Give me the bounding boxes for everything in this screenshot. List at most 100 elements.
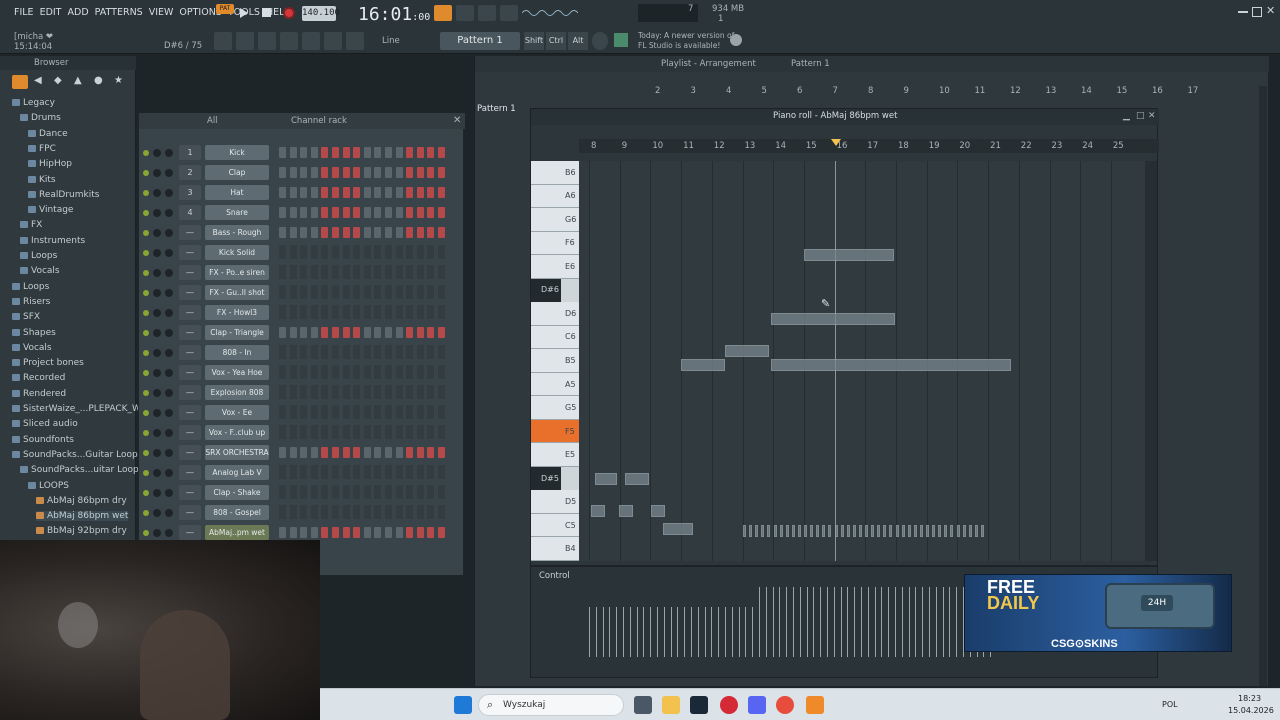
midi-note[interactable]	[907, 525, 911, 537]
browser-item[interactable]: Vintage	[28, 205, 73, 215]
step-button[interactable]	[342, 345, 350, 359]
step-button[interactable]	[342, 227, 350, 238]
channel-pan-knob[interactable]	[153, 349, 161, 357]
midi-note[interactable]	[840, 525, 844, 537]
velocity-bar[interactable]	[704, 607, 706, 657]
step-button[interactable]	[438, 405, 445, 419]
channel-volume-knob[interactable]	[165, 249, 173, 257]
step-button[interactable]	[310, 505, 318, 519]
step-button[interactable]	[310, 265, 318, 279]
step-button[interactable]	[289, 345, 297, 359]
channel-row[interactable]: 3 Hat	[139, 185, 465, 203]
step-button[interactable]	[300, 447, 308, 458]
channel-mixer-track[interactable]: —	[179, 285, 201, 300]
browser-item[interactable]: Risers	[12, 297, 50, 307]
velocity-bar[interactable]	[752, 607, 754, 657]
velocity-bar[interactable]	[867, 587, 869, 657]
browser-item[interactable]: SoundPacks...uitar Loops	[20, 465, 143, 475]
midi-note[interactable]	[797, 525, 801, 537]
channel-mixer-track[interactable]: —	[179, 525, 201, 540]
step-button[interactable]	[363, 447, 371, 458]
update-link-icon[interactable]	[730, 34, 742, 46]
velocity-bar[interactable]	[840, 587, 842, 657]
piano-key[interactable]: F5	[531, 419, 579, 444]
channel-mixer-track[interactable]: —	[179, 505, 201, 520]
velocity-bar[interactable]	[609, 607, 611, 657]
step-button[interactable]	[427, 505, 435, 519]
plugin-icon[interactable]	[324, 32, 342, 50]
channel-name-button[interactable]: Vox - Ee	[205, 405, 269, 420]
channel-mixer-track[interactable]: 4	[179, 205, 201, 220]
playhead-marker-icon[interactable]	[831, 139, 841, 146]
step-button[interactable]	[438, 465, 445, 479]
midi-note[interactable]	[773, 525, 777, 537]
step-button[interactable]	[363, 505, 371, 519]
channel-row[interactable]: — Clap - Shake	[139, 485, 465, 503]
step-button[interactable]	[321, 305, 329, 319]
channel-name-button[interactable]: Clap - Shake	[205, 485, 269, 500]
step-button[interactable]	[374, 207, 382, 218]
step-button[interactable]	[385, 245, 392, 259]
velocity-bar[interactable]	[935, 587, 937, 657]
browser-item[interactable]: Vocals	[20, 266, 60, 276]
channel-mixer-track[interactable]: —	[179, 345, 201, 360]
step-button[interactable]	[300, 465, 308, 479]
browser-item[interactable]: Vocals	[12, 343, 52, 353]
step-button[interactable]	[416, 345, 424, 359]
countdown-icon[interactable]	[456, 5, 474, 21]
browser-item[interactable]: Instruments	[20, 236, 85, 246]
step-button[interactable]	[321, 285, 329, 299]
step-button[interactable]	[395, 485, 403, 499]
channel-mute-led[interactable]	[143, 310, 149, 316]
step-button[interactable]	[438, 385, 445, 399]
chrome-icon[interactable]	[776, 696, 794, 714]
midi-note[interactable]	[625, 473, 649, 485]
step-button[interactable]	[332, 447, 339, 458]
step-button[interactable]	[279, 147, 286, 158]
step-button[interactable]	[300, 505, 308, 519]
piano-key[interactable]: B4	[531, 537, 579, 561]
ruler-bar-number[interactable]: 14	[775, 141, 786, 151]
step-button[interactable]	[427, 405, 435, 419]
step-button[interactable]	[300, 405, 308, 419]
snap-select[interactable]: Line	[382, 36, 400, 46]
step-button[interactable]	[385, 405, 392, 419]
step-button[interactable]	[332, 285, 339, 299]
piano-key[interactable]: D5	[531, 490, 579, 514]
step-button[interactable]	[332, 385, 339, 399]
close-icon[interactable]: ✕	[1266, 5, 1276, 17]
step-button[interactable]	[353, 327, 361, 338]
step-button[interactable]	[353, 425, 361, 439]
piano-key[interactable]: D#5	[531, 466, 561, 491]
stop-button[interactable]	[262, 8, 271, 17]
browser-options-icon[interactable]	[12, 75, 28, 89]
step-button[interactable]	[332, 425, 339, 439]
step-button[interactable]	[438, 425, 445, 439]
step-button[interactable]	[395, 385, 403, 399]
step-button[interactable]	[300, 227, 308, 238]
step-button[interactable]	[300, 187, 308, 198]
channel-name-button[interactable]: Bass - Rough	[205, 225, 269, 240]
step-button[interactable]	[416, 245, 424, 259]
microphone-icon[interactable]	[346, 32, 364, 50]
step-button[interactable]	[300, 147, 308, 158]
channel-mixer-track[interactable]: —	[179, 225, 201, 240]
step-button[interactable]	[374, 485, 382, 499]
channel-pan-knob[interactable]	[153, 369, 161, 377]
midi-note[interactable]	[913, 525, 917, 537]
step-button[interactable]	[342, 187, 350, 198]
step-button[interactable]	[310, 207, 318, 218]
grid-icon[interactable]	[236, 32, 254, 50]
step-button[interactable]	[406, 345, 414, 359]
ruler-bar-number[interactable]: 11	[683, 141, 694, 151]
step-button[interactable]	[321, 527, 329, 538]
channel-row[interactable]: — FX - Po..e siren	[139, 265, 465, 283]
chop-icon[interactable]	[258, 32, 276, 50]
midi-note[interactable]	[944, 525, 948, 537]
ruler-bar-number[interactable]: 19	[929, 141, 940, 151]
velocity-bar[interactable]	[847, 587, 849, 657]
step-button[interactable]	[289, 527, 297, 538]
step-button[interactable]	[395, 365, 403, 379]
midi-note[interactable]	[889, 525, 893, 537]
menu-edit[interactable]: EDIT	[40, 7, 62, 18]
